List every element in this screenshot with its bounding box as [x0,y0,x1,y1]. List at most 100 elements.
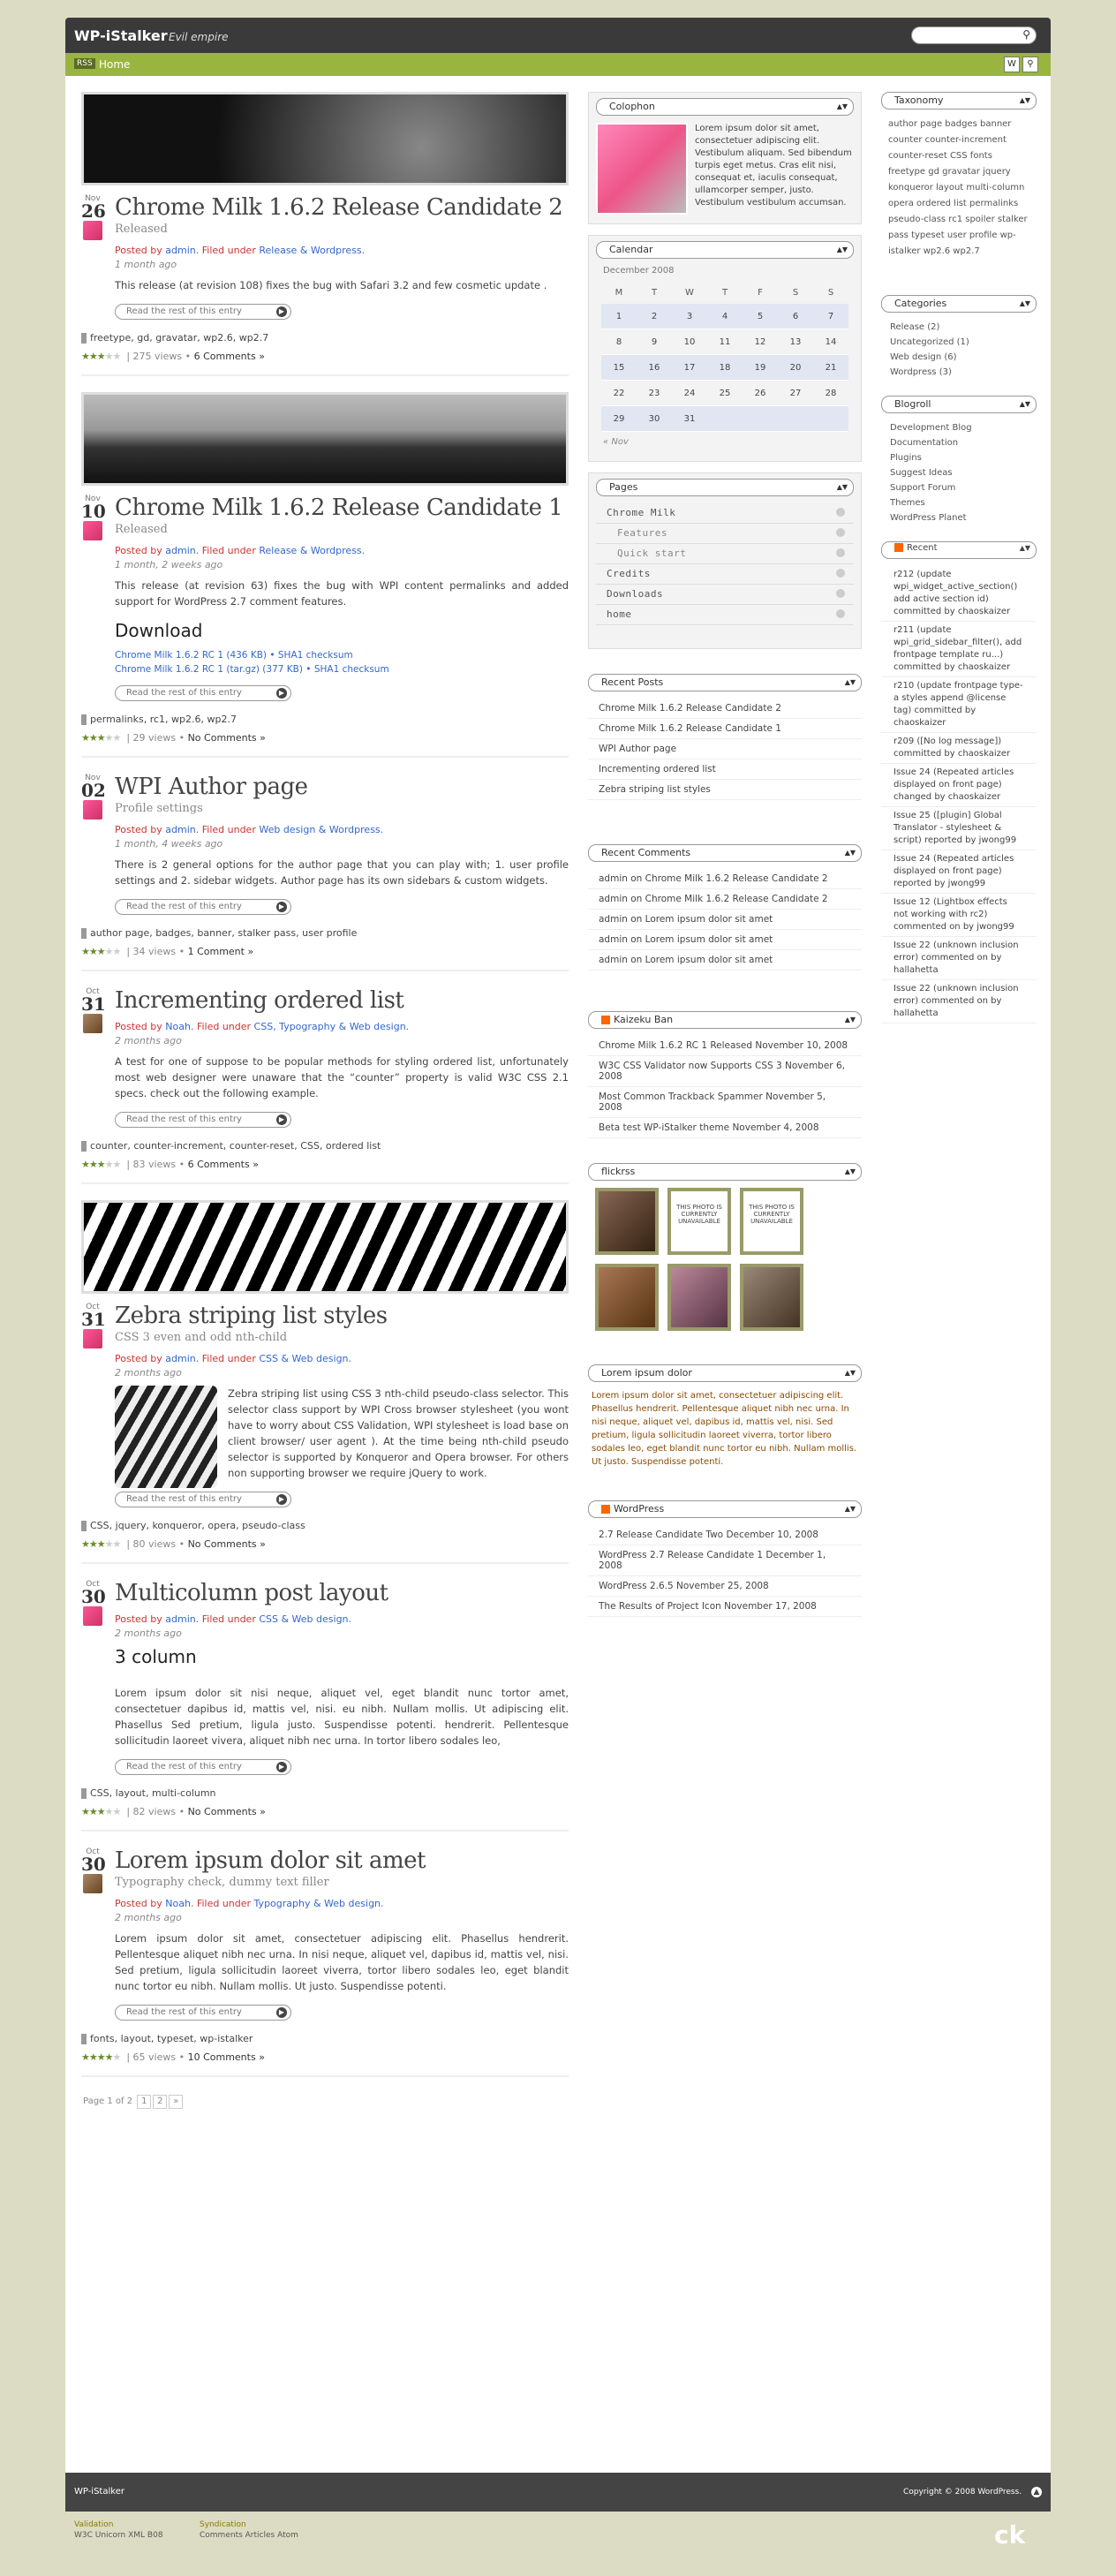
widget-title[interactable]: Blogroll ▲▼ [881,396,1037,413]
search-icon[interactable]: ⚲ [1022,28,1030,41]
category-link[interactable]: Uncategorized (1) [881,335,1037,350]
search-toggle-icon[interactable]: ⚲ [1022,57,1038,72]
category-link[interactable]: Web design (6) [881,350,1037,365]
read-more-button[interactable]: Read the rest of this entry ▶ [115,304,291,320]
flickr-photo[interactable] [740,1264,803,1331]
flickr-photo[interactable] [667,1264,731,1331]
widget-title[interactable]: Kaizeku Ban ▲▼ [588,1011,862,1029]
blogroll-link[interactable]: Development Blog [881,420,1037,435]
recent-comment-link[interactable]: admin on Chrome Milk 1.6.2 Release Candi… [588,889,862,910]
calendar-prev-link[interactable]: « Nov [603,437,847,447]
widget-title[interactable]: flickrss ▲▼ [588,1163,862,1181]
post-title[interactable]: WPI Author page [115,774,569,800]
recent-post-link[interactable]: WPI Author page [588,739,862,759]
widget-title[interactable]: Lorem ipsum dolor ▲▼ [588,1364,862,1382]
footer-site-name[interactable]: WP-iStalker [74,2487,124,2497]
blogroll-link[interactable]: Plugins [881,450,1037,465]
widget-title[interactable]: WordPress ▲▼ [588,1500,862,1518]
recent-post-link[interactable]: Incrementing ordered list [588,759,862,780]
feed-item-link[interactable]: WordPress 2.6.5 November 25, 2008 [588,1576,862,1597]
recent-comment-link[interactable]: admin on Lorem ipsum dolor sit amet [588,910,862,930]
svn-log-item[interactable]: Issue 24 (Repeated articles displayed on… [881,850,1037,894]
page-link[interactable]: Downloads [596,585,854,605]
next-page-button[interactable]: » [169,2095,184,2109]
wordpress-icon[interactable]: W [1004,57,1020,72]
recent-post-link[interactable]: Chrome Milk 1.6.2 Release Candidate 1 [588,719,862,739]
widget-title[interactable]: Recent Comments ▲▼ [588,844,862,862]
flickr-photo-unavailable[interactable]: THIS PHOTO IS CURRENTLY UNAVAILABLE [740,1188,803,1255]
download-link[interactable]: Chrome Milk 1.6.2 RC 1 (tar.gz) (377 KB)… [115,664,569,675]
svn-log-item[interactable]: r210 (update frontpage type-a styles app… [881,677,1037,733]
site-title[interactable]: WP-iStalker [74,27,168,44]
widget-title[interactable]: Taxonomy ▲▼ [881,92,1037,110]
svn-log-item[interactable]: r211 (update wpi_grid_sidebar_filter(), … [881,622,1037,677]
svn-log-item[interactable]: r212 (update wpi_widget_active_section()… [881,566,1037,622]
widget-title[interactable]: Categories ▲▼ [881,295,1037,313]
page-1-button[interactable]: 1 [137,2095,152,2109]
svn-log-item[interactable]: Issue 24 (Repeated articles displayed on… [881,764,1037,807]
rss-icon[interactable]: RSS [74,58,95,69]
svn-log-item[interactable]: Issue 12 (Lightbox effects not working w… [881,894,1037,937]
feed-item-link[interactable]: WordPress 2.7 Release Candidate 1 Decemb… [588,1545,862,1576]
svn-log-item[interactable]: Issue 22 (unknown inclusion error) comme… [881,980,1037,1024]
feed-item-link[interactable]: W3C CSS Validator now Supports CSS 3 Nov… [588,1056,862,1087]
page-link[interactable]: Chrome Milk [596,503,854,524]
read-more-button[interactable]: Read the rest of this entry ▶ [115,899,291,915]
download-link[interactable]: Chrome Milk 1.6.2 RC 1 (436 KB) • SHA1 c… [115,650,569,661]
widget-title[interactable]: Calendar ▲▼ [596,241,854,259]
validation-links[interactable]: W3C Unicorn XML B08 [74,2531,163,2540]
post-title[interactable]: Zebra striping list styles [115,1303,569,1329]
svn-log-item[interactable]: Issue 22 (unknown inclusion error) comme… [881,937,1037,980]
svn-log-item[interactable]: r209 ([No log message]) committed by cha… [881,733,1037,764]
page-link[interactable]: Features [596,524,854,544]
search-input[interactable]: ⚲ [911,26,1037,44]
blogroll-link[interactable]: WordPress Planet [881,510,1037,525]
recent-post-link[interactable]: Chrome Milk 1.6.2 Release Candidate 2 [588,699,862,719]
page-2-button[interactable]: 2 [153,2095,168,2109]
nav-home-link[interactable]: Home [99,58,130,71]
flickr-photo-unavailable[interactable]: THIS PHOTO IS CURRENTLY UNAVAILABLE [667,1188,731,1255]
read-more-button[interactable]: Read the rest of this entry ▶ [115,1112,291,1128]
flickr-photo[interactable] [595,1264,659,1331]
feed-item-link[interactable]: Beta test WP-iStalker theme November 4, … [588,1118,862,1138]
post-title[interactable]: Incrementing ordered list [115,987,569,1014]
tag-cloud[interactable]: author page badges banner counter counte… [881,117,1037,260]
recent-comment-link[interactable]: admin on Lorem ipsum dolor sit amet [588,950,862,971]
post-title[interactable]: Chrome Milk 1.6.2 Release Candidate 1 [115,495,569,521]
feed-item-link[interactable]: Most Common Trackback Spammer November 5… [588,1087,862,1118]
read-more-button[interactable]: Read the rest of this entry ▶ [115,685,291,701]
rating-stars: ★★★★★ [81,1159,121,1170]
recent-posts-widget: Recent Posts ▲▼ Chrome Milk 1.6.2 Release… [588,674,862,800]
widget-title[interactable]: Colophon ▲▼ [596,98,854,116]
page-link[interactable]: home [596,605,854,625]
feed-item-link[interactable]: The Results of Project Icon November 17,… [588,1597,862,1617]
syndication-links[interactable]: Comments Articles Atom [200,2531,298,2540]
blogroll-link[interactable]: Support Forum [881,480,1037,495]
read-more-button[interactable]: Read the rest of this entry ▶ [115,1492,291,1507]
post-title[interactable]: Chrome Milk 1.6.2 Release Candidate 2 [115,194,569,221]
blogroll-link[interactable]: Suggest Ideas [881,465,1037,480]
page-link[interactable]: Credits [596,564,854,585]
arrow-up-icon[interactable]: ▲ [1031,2487,1042,2497]
post-title[interactable]: Lorem ipsum dolor sit amet [115,1847,569,1874]
category-link[interactable]: Release (2) [881,320,1037,335]
widget-title[interactable]: Recent Posts ▲▼ [588,674,862,691]
read-more-button[interactable]: Read the rest of this entry ▶ [115,1759,291,1775]
blogroll-link[interactable]: Documentation [881,435,1037,450]
widget-title[interactable]: Recent ▲▼ [881,541,1037,559]
recent-comment-link[interactable]: admin on Lorem ipsum dolor sit amet [588,930,862,950]
read-more-button[interactable]: Read the rest of this entry ▶ [115,2005,291,2021]
page-link[interactable]: Quick start [596,544,854,564]
blogroll-link[interactable]: Themes [881,495,1037,510]
widget-title[interactable]: Pages ▲▼ [596,479,854,496]
post-excerpt: Lorem ipsum dolor sit amet, consectetuer… [115,1932,569,1992]
flickr-photo[interactable] [595,1188,659,1255]
recent-comment-link[interactable]: admin on Chrome Milk 1.6.2 Release Candi… [588,869,862,889]
recent-post-link[interactable]: Zebra striping list styles [588,780,862,800]
svn-log-item[interactable]: Issue 25 ([plugin] Global Translator - s… [881,807,1037,850]
post-title[interactable]: Multicolumn post layout [115,1580,569,1606]
feed-item-link[interactable]: 2.7 Release Candidate Two December 10, 2… [588,1525,862,1545]
post-excerpt: This release (at revision 108) fixes the… [115,279,547,291]
feed-item-link[interactable]: Chrome Milk 1.6.2 RC 1 Released November… [588,1036,862,1056]
category-link[interactable]: Wordpress (3) [881,365,1037,380]
